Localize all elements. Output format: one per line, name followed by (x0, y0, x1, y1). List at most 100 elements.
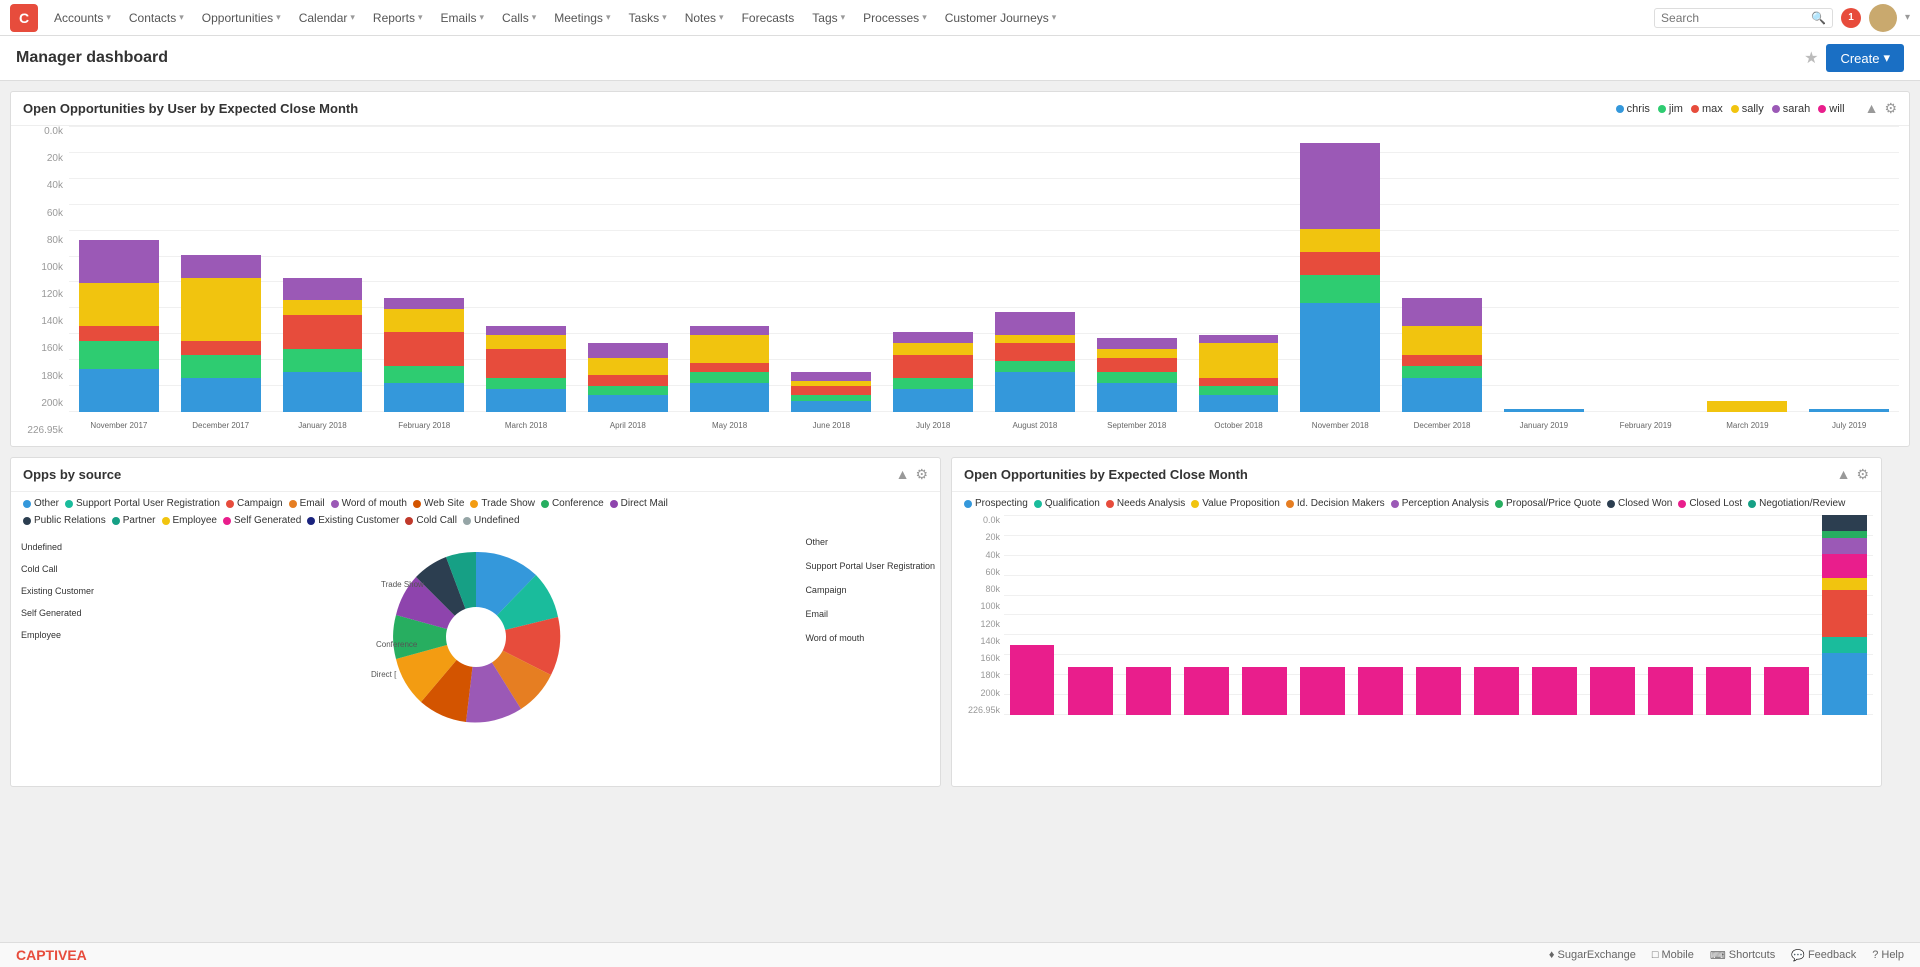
bar-segment (1504, 409, 1584, 412)
bar-segment (791, 386, 871, 395)
bar-segment (588, 375, 668, 386)
bar-segment (690, 363, 770, 372)
footer-feedback[interactable]: 💬Feedback (1791, 949, 1856, 962)
nav-reports[interactable]: Reports ▾ (365, 5, 431, 31)
bar-segment (791, 372, 871, 381)
bar-group: April 2018 (578, 126, 678, 412)
bar-group (1759, 515, 1815, 715)
shortcuts-icon: ⌨ (1710, 949, 1726, 962)
bar-segment (588, 343, 668, 357)
legend-other: Other (23, 498, 59, 509)
footer: CAPTIVEA ♦SugarExchange □Mobile ⌨Shortcu… (0, 942, 1920, 967)
legend-directmail: Direct Mail (610, 498, 668, 509)
legend-chris: chris (1616, 103, 1650, 115)
footer-sugar-exchange[interactable]: ♦SugarExchange (1549, 949, 1636, 961)
nav-calls[interactable]: Calls ▾ (494, 5, 544, 31)
bar-segment (995, 361, 1075, 372)
top-navigation: C Accounts ▾ Contacts ▾ Opportunities ▾ … (0, 0, 1920, 36)
nav-opportunities[interactable]: Opportunities ▾ (194, 5, 289, 31)
bar-group (1120, 515, 1176, 715)
footer-mobile[interactable]: □Mobile (1652, 949, 1694, 961)
footer-shortcuts[interactable]: ⌨Shortcuts (1710, 949, 1775, 962)
nav-emails[interactable]: Emails ▾ (432, 5, 492, 31)
legend-employee: Employee (162, 515, 217, 526)
favorite-icon[interactable]: ★ (1804, 48, 1818, 68)
chart3-inner (1004, 515, 1873, 715)
bar-label: December 2018 (1414, 421, 1471, 430)
bar-segment (1590, 667, 1635, 715)
footer-help[interactable]: ?Help (1872, 949, 1904, 961)
bar-segment (1300, 252, 1380, 275)
bar-segment (1707, 401, 1787, 412)
bar-group: February 2019 (1596, 126, 1696, 412)
bar-segment (283, 372, 363, 412)
bar-group: June 2018 (781, 126, 881, 412)
legend-jim: jim (1658, 103, 1683, 115)
bar-label: March 2018 (505, 421, 547, 430)
bar-segment (384, 298, 464, 309)
header-actions: ★ Create ▾ (1804, 44, 1904, 72)
collapse-icon[interactable]: ▲ (1865, 100, 1879, 117)
nav-forecasts[interactable]: Forecasts (734, 5, 803, 31)
bar-segment (384, 309, 464, 332)
chart3-yaxis: 226.95k200k180k160k140k120k100k80k60k40k… (960, 515, 1004, 715)
bar-segment (1184, 667, 1229, 715)
bar-segment (1199, 335, 1279, 344)
pie-labels-left: Undefined Cold Call Existing Customer Se… (21, 532, 94, 640)
bar-segment (283, 315, 363, 349)
notification-badge[interactable]: 1 (1841, 8, 1861, 28)
nav-customer-journeys[interactable]: Customer Journeys ▾ (937, 5, 1065, 31)
chart1-yaxis: 226.95k 200k 180k 160k 140k 120k 100k 80… (21, 126, 69, 436)
bar-group: October 2018 (1189, 126, 1289, 412)
nav-tasks[interactable]: Tasks ▾ (620, 5, 674, 31)
nav-tags[interactable]: Tags ▾ (804, 5, 853, 31)
chart2-legend-row1: Other Support Portal User Registration C… (11, 492, 940, 515)
nav-meetings[interactable]: Meetings ▾ (546, 5, 618, 31)
bar-segment (1402, 298, 1482, 327)
collapse-icon[interactable]: ▲ (1837, 466, 1851, 483)
search-input[interactable] (1661, 11, 1811, 25)
bar-segment (486, 326, 566, 335)
nav-processes[interactable]: Processes ▾ (855, 5, 935, 31)
legend-selfgen: Self Generated (223, 515, 301, 526)
settings-icon[interactable]: ⚙ (915, 466, 928, 483)
collapse-icon[interactable]: ▲ (896, 466, 910, 483)
bar-group: March 2019 (1698, 126, 1798, 412)
chart1-legend: chris jim max sally sarah will (1616, 103, 1845, 115)
settings-icon[interactable]: ⚙ (1884, 100, 1897, 117)
bar-group: September 2018 (1087, 126, 1187, 412)
bar-segment (1097, 358, 1177, 372)
bar-label: August 2018 (1012, 421, 1057, 430)
nav-right: 1 ▾ (1841, 4, 1910, 32)
bar-group: August 2018 (985, 126, 1085, 412)
nav-notes[interactable]: Notes ▾ (677, 5, 732, 31)
legend-support: Support Portal User Registration (65, 498, 220, 509)
nav-accounts[interactable]: Accounts ▾ (46, 5, 119, 31)
pie-chart-area: Undefined Cold Call Existing Customer Se… (11, 532, 940, 742)
nav-contacts[interactable]: Contacts ▾ (121, 5, 192, 31)
bar-segment (1402, 355, 1482, 366)
bar-segment (1402, 366, 1482, 377)
bar-label: January 2019 (1520, 421, 1568, 430)
legend-partner: Partner (112, 515, 156, 526)
create-button[interactable]: Create ▾ (1826, 44, 1904, 72)
bar-segment (1300, 143, 1380, 229)
bar-group: July 2019 (1799, 126, 1899, 412)
search-box[interactable]: 🔍 (1654, 8, 1833, 28)
bar-segment (1822, 554, 1867, 577)
bar-segment (1416, 667, 1461, 715)
bar-group: January 2019 (1494, 126, 1594, 412)
bar-group (1294, 515, 1350, 715)
bar-segment (486, 378, 566, 389)
legend-will: will (1818, 103, 1844, 115)
bar-group: February 2018 (374, 126, 474, 412)
app-logo: C (10, 4, 38, 32)
bar-segment (1358, 667, 1403, 715)
settings-icon[interactable]: ⚙ (1856, 466, 1869, 483)
bar-segment (1199, 386, 1279, 395)
bar-group (1062, 515, 1118, 715)
user-avatar[interactable] (1869, 4, 1897, 32)
nav-calendar[interactable]: Calendar ▾ (291, 5, 363, 31)
bar-segment (995, 312, 1075, 335)
bar-group (1643, 515, 1699, 715)
